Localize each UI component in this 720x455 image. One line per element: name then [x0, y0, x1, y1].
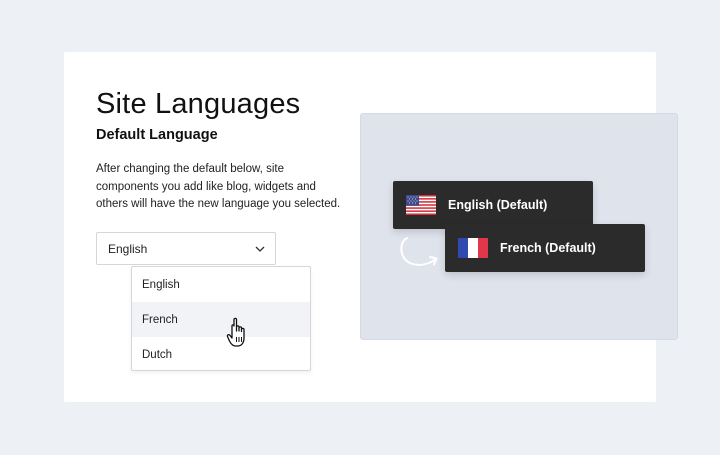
switch-arrow-icon	[400, 237, 438, 266]
fr-flag-icon	[458, 238, 488, 258]
us-flag-icon	[406, 195, 436, 215]
dropdown-option-dutch[interactable]: Dutch	[132, 337, 310, 372]
page-title: Site Languages	[96, 88, 301, 120]
section-subtitle: Default Language	[96, 127, 218, 143]
language-dropdown-menu: English French Dutch	[131, 266, 311, 371]
french-default-label: French (Default)	[500, 241, 596, 255]
english-default-card: English (Default)	[393, 181, 593, 229]
chevron-down-icon	[255, 244, 265, 254]
hand-pointer-icon	[226, 317, 245, 347]
dropdown-option-english[interactable]: English	[132, 267, 310, 302]
english-default-label: English (Default)	[448, 198, 548, 212]
french-default-card: French (Default)	[445, 224, 645, 272]
description-text: After changing the default below, site c…	[96, 163, 341, 210]
dropdown-option-french[interactable]: French	[132, 302, 310, 337]
language-select-value: English	[108, 241, 148, 256]
language-select[interactable]: English	[96, 232, 276, 265]
